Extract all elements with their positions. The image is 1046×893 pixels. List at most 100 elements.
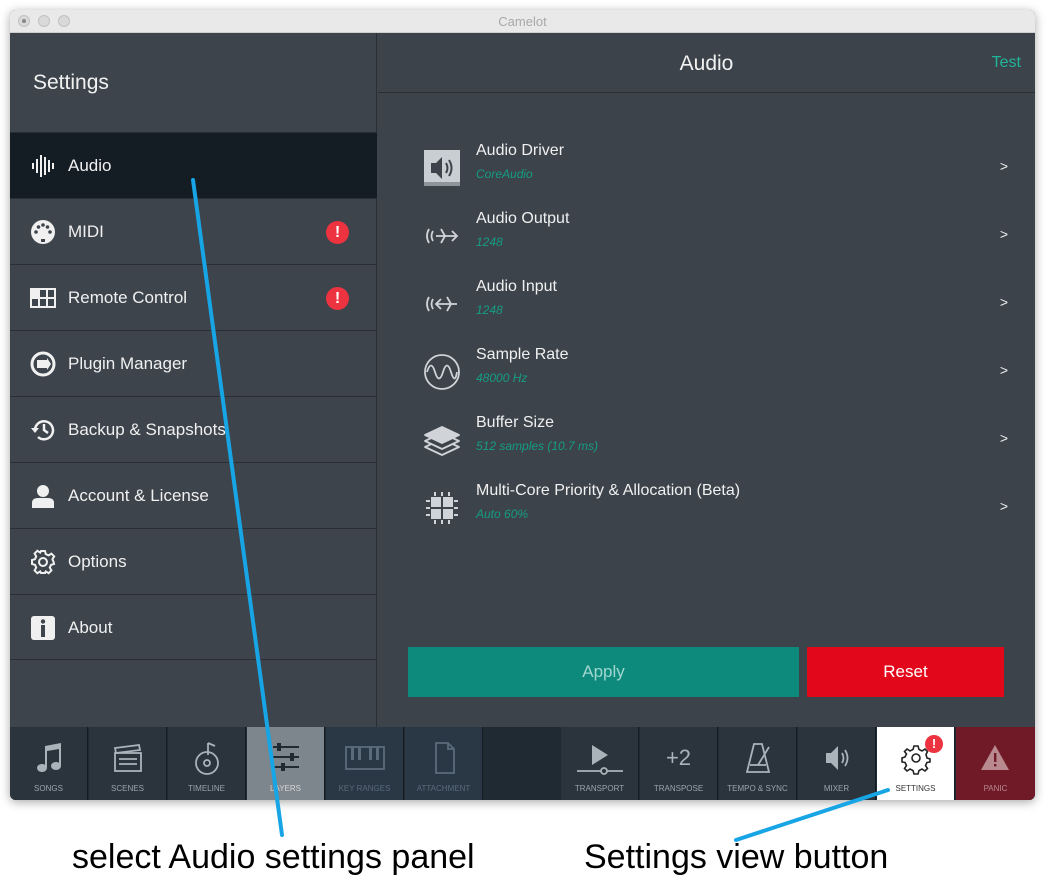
chevron-right-icon: >	[999, 498, 1008, 514]
toolbar-button-mixer[interactable]: MIXER	[798, 727, 876, 800]
history-icon	[31, 420, 55, 441]
document-icon	[435, 742, 455, 774]
setting-label: Audio Driver	[476, 142, 565, 159]
toolbar-button-scenes[interactable]: SCENES	[89, 727, 167, 800]
test-button[interactable]: Test	[992, 54, 1021, 72]
toolbar-label: TRANSPOSE	[653, 784, 704, 793]
setting-row-sample-rate[interactable]: Sample Rate 48000 Hz >	[418, 346, 1008, 414]
setting-label: Audio Output	[476, 210, 570, 227]
cpu-chip-icon	[426, 492, 458, 524]
toolbar-button-layers[interactable]: LAYERS	[247, 727, 325, 800]
toolbar-button-settings[interactable]: ! SETTINGS	[877, 727, 955, 800]
chevron-right-icon: >	[999, 362, 1008, 378]
toolbar-label: ATTACHMENT	[416, 784, 471, 793]
toolbar-label: TRANSPORT	[574, 784, 625, 793]
chevron-right-icon: >	[999, 294, 1008, 310]
sine-wave-icon	[424, 354, 460, 390]
sidebar-item-audio[interactable]: Audio	[10, 132, 377, 198]
metronome-icon	[745, 743, 771, 773]
sidebar-item-label: Audio	[68, 156, 112, 175]
alert-badge: !	[326, 287, 349, 310]
gear-icon	[901, 745, 931, 775]
sidebar-item-about[interactable]: About	[10, 594, 377, 660]
setting-label: Sample Rate	[476, 346, 569, 363]
annotation-caption-audio: select Audio settings panel	[72, 838, 475, 876]
sidebar-item-label: Options	[68, 552, 127, 571]
piano-keys-icon	[345, 746, 385, 770]
toolbar-label: LAYERS	[270, 784, 301, 793]
setting-value: 1248	[476, 303, 503, 317]
setting-row-audio-driver[interactable]: Audio Driver CoreAudio >	[418, 142, 1008, 210]
sidebar-item-account-license[interactable]: Account & License	[10, 462, 377, 528]
bottom-toolbar: SONGS SCENES TIMELINE LAYERS KEY RANGES …	[10, 727, 1035, 800]
setting-label: Audio Input	[476, 278, 557, 295]
speaker-icon	[826, 746, 849, 770]
sidebar-item-label: About	[68, 618, 113, 637]
setting-row-audio-output[interactable]: Audio Output 1248 >	[418, 210, 1008, 278]
gear-icon	[31, 549, 56, 575]
sidebar-item-options[interactable]: Options	[10, 528, 377, 594]
setting-row-audio-input[interactable]: Audio Input 1248 >	[418, 278, 1008, 346]
toolbar-button-songs[interactable]: SONGS	[10, 727, 88, 800]
toolbar-button-timeline[interactable]: TIMELINE	[168, 727, 246, 800]
toolbar-label: SONGS	[34, 784, 63, 793]
chevron-right-icon: >	[999, 158, 1008, 174]
chevron-right-icon: >	[999, 430, 1008, 446]
play-icon	[577, 745, 623, 775]
sidebar-item-label: MIDI	[68, 222, 104, 241]
toolbar-button-transport[interactable]: TRANSPORT	[561, 727, 639, 800]
remote-control-grid-icon	[30, 288, 56, 308]
alert-badge: !	[326, 221, 349, 244]
toolbar-button-panic[interactable]: PANIC	[956, 727, 1035, 800]
title-bar: Camelot	[10, 10, 1035, 33]
music-note-icon	[37, 743, 61, 772]
toolbar-label: SCENES	[111, 784, 144, 793]
audio-input-icon	[426, 296, 457, 312]
toolbar-spacer	[483, 727, 560, 800]
app-window: Camelot Settings Audio MIDI ! Remote Con…	[10, 10, 1035, 800]
toolbar-button-key-ranges[interactable]: KEY RANGES	[326, 727, 404, 800]
setting-row-multi-core[interactable]: Multi-Core Priority & Allocation (Beta) …	[418, 482, 1008, 550]
setting-label: Multi-Core Priority & Allocation (Beta)	[476, 482, 741, 499]
apply-button[interactable]: Apply	[408, 647, 799, 697]
user-icon	[32, 485, 54, 508]
sidebar-item-remote-control[interactable]: Remote Control !	[10, 264, 377, 330]
annotation-caption-settings: Settings view button	[584, 838, 889, 876]
layers-stack-icon	[424, 426, 460, 456]
settings-alert-badge: !	[925, 735, 943, 753]
toolbar-label: MIXER	[823, 784, 850, 793]
sliders-icon	[273, 743, 299, 771]
setting-value: 512 samples (10.7 ms)	[476, 439, 599, 453]
reset-button[interactable]: Reset	[807, 647, 1004, 697]
setting-row-buffer-size[interactable]: Buffer Size 512 samples (10.7 ms) >	[418, 414, 1008, 482]
settings-sidebar: Settings Audio MIDI ! Remote Control ! P…	[10, 33, 377, 727]
setting-value: 1248	[476, 235, 503, 249]
audio-waveform-icon	[32, 155, 54, 177]
sidebar-title: Settings	[33, 71, 109, 94]
sidebar-item-plugin-manager[interactable]: Plugin Manager	[10, 330, 377, 396]
toolbar-label: PANIC	[983, 784, 1008, 793]
warning-triangle-icon	[981, 745, 1009, 770]
toolbar-button-tempo-sync[interactable]: TEMPO & SYNC	[719, 727, 797, 800]
sidebar-item-label: Backup & Snapshots	[68, 420, 226, 439]
sidebar-item-label: Plugin Manager	[68, 354, 188, 373]
timeline-disc-icon	[195, 742, 219, 775]
sidebar-item-label: Remote Control	[68, 288, 188, 307]
toolbar-label: SETTINGS	[895, 784, 936, 793]
clapperboard-icon	[113, 744, 142, 772]
panel-title: Audio	[679, 52, 734, 75]
plugin-icon	[30, 351, 56, 377]
setting-value: Auto 60%	[476, 507, 529, 521]
audio-output-icon	[426, 228, 459, 244]
info-icon	[31, 616, 55, 640]
midi-connector-icon	[31, 220, 55, 244]
sidebar-item-backup-snapshots[interactable]: Backup & Snapshots	[10, 396, 377, 462]
chevron-right-icon: >	[999, 226, 1008, 242]
setting-value: 48000 Hz	[476, 371, 528, 385]
toolbar-label: TIMELINE	[188, 784, 225, 793]
panel-header: Audio Test	[378, 33, 1035, 93]
toolbar-button-transpose[interactable]: +2 TRANSPOSE	[640, 727, 718, 800]
toolbar-button-attachment[interactable]: ATTACHMENT	[405, 727, 483, 800]
sidebar-item-midi[interactable]: MIDI !	[10, 198, 377, 264]
transpose-icon: +2	[665, 745, 692, 770]
